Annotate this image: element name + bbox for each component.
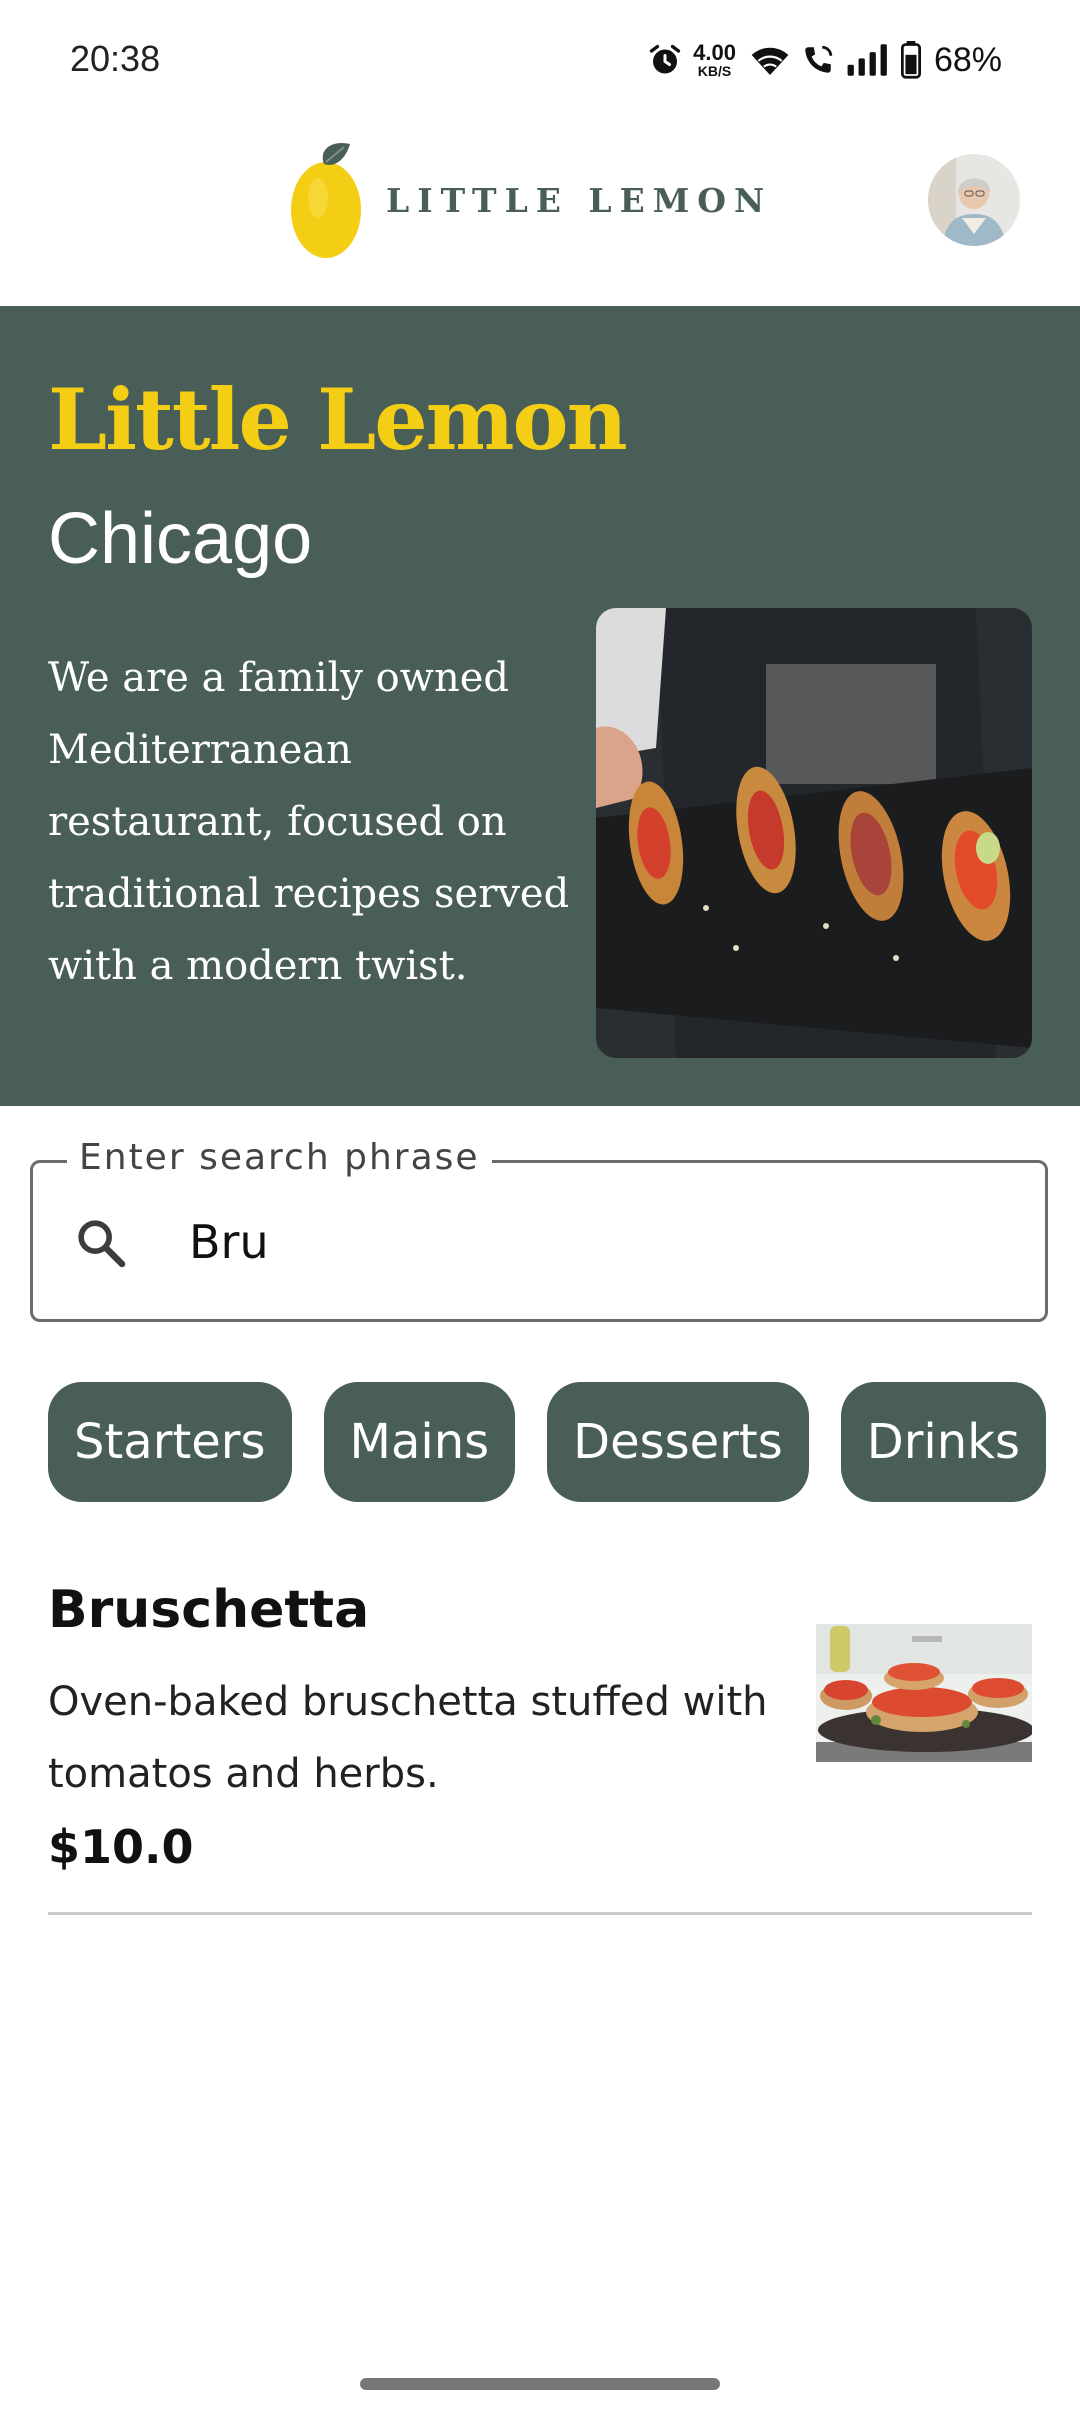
wifi-calling-icon xyxy=(805,45,833,73)
menu-item-name: Bruschetta xyxy=(48,1580,370,1640)
gesture-nav-handle[interactable] xyxy=(360,2378,720,2390)
hero-city: Chicago xyxy=(48,499,313,579)
network-speed: 4.00 KB/S xyxy=(693,40,736,79)
menu-item-price: $10.0 xyxy=(48,1820,194,1874)
menu-item-image xyxy=(816,1624,1032,1762)
menu-item-description: Oven-baked bruschetta stuffed with tomat… xyxy=(48,1679,768,1797)
hero-title: Little Lemon xyxy=(48,370,628,469)
category-chips: Starters Mains Desserts Drinks xyxy=(48,1382,1046,1502)
signal-icon xyxy=(847,44,887,76)
search-field[interactable]: Enter search phrase xyxy=(30,1137,1048,1322)
chip-mains[interactable]: Mains xyxy=(323,1382,516,1502)
status-bar: 20:38 4.00 KB/S 68% xyxy=(0,0,1080,120)
hero-section: Little Lemon Chicago We are a family own… xyxy=(0,306,1080,1106)
status-icons: 4.00 KB/S 68% xyxy=(647,36,1002,84)
search-input[interactable] xyxy=(189,1215,1009,1269)
search-label: Enter search phrase xyxy=(67,1137,492,1178)
little-lemon-logo: LITTLE LEMON xyxy=(288,138,772,262)
chip-desserts[interactable]: Desserts xyxy=(547,1382,809,1502)
battery-percent: 68% xyxy=(933,40,1002,79)
chip-drinks[interactable]: Drinks xyxy=(840,1382,1046,1502)
chip-starters[interactable]: Starters xyxy=(48,1382,292,1502)
profile-avatar[interactable] xyxy=(928,154,1020,246)
hero-description: We are a family owned Mediterranean rest… xyxy=(48,655,570,989)
wifi-icon xyxy=(751,47,789,75)
logo-wordmark: LITTLE LEMON xyxy=(386,180,773,220)
battery-icon xyxy=(900,41,921,79)
lemon-icon xyxy=(291,142,361,258)
menu-item[interactable]: Bruschetta Oven-baked bruschetta stuffed… xyxy=(48,1570,1032,1915)
app-header: LITTLE LEMON xyxy=(0,120,1080,306)
status-time: 20:38 xyxy=(70,38,161,79)
alarm-icon xyxy=(649,44,681,74)
search-icon xyxy=(78,1220,126,1268)
hero-image xyxy=(596,608,1032,1058)
